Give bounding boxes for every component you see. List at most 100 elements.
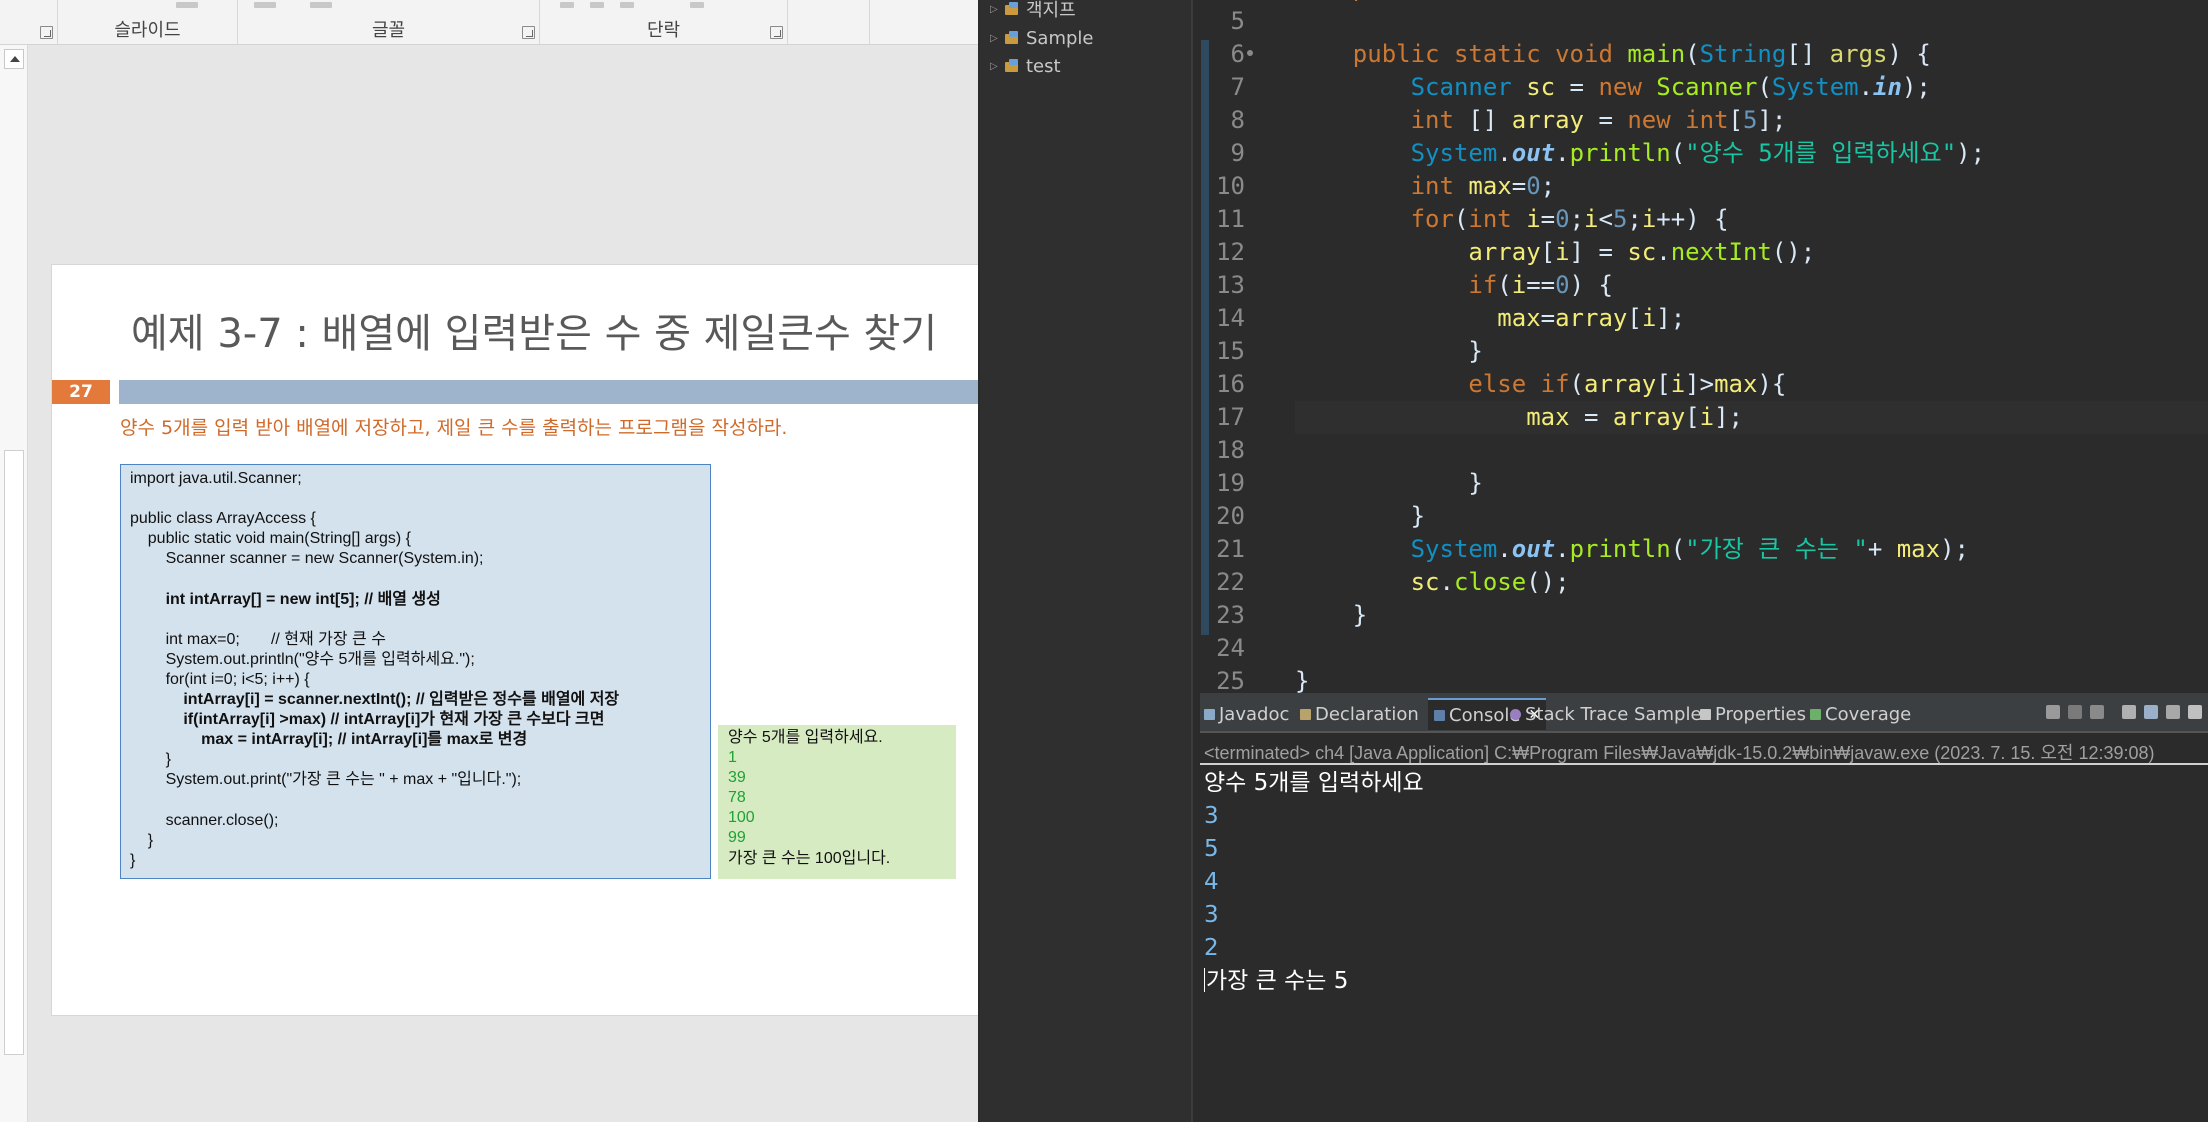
console-input: 3 bbox=[1204, 803, 1219, 829]
code-line: public static void main(String[] args) { bbox=[130, 530, 411, 548]
scroll-thumb[interactable] bbox=[4, 450, 24, 1055]
code-line: import java.util.Scanner; bbox=[130, 470, 302, 487]
code-line: if(intArray[i] >max) // intArray[i]가 현재 … bbox=[130, 711, 605, 729]
console-result-line: 가장 큰 수는 5 bbox=[1204, 965, 1424, 998]
font-launcher-icon[interactable] bbox=[522, 26, 535, 39]
ribbon-group-label: 슬라이드 bbox=[114, 20, 181, 41]
clipboard-launcher-icon[interactable] bbox=[40, 26, 53, 39]
code-line: Scanner sc = new Scanner(System.in); bbox=[1410, 73, 1931, 101]
java-project-icon bbox=[1004, 59, 1020, 73]
explorer-item-test[interactable]: ▷ test bbox=[990, 54, 1061, 78]
code-line: System.out.println("양수 5개를 입력하세요."); bbox=[130, 650, 475, 668]
remove-all-icon[interactable] bbox=[2090, 705, 2104, 719]
scroll-up-icon[interactable] bbox=[4, 49, 24, 69]
tab-javadoc[interactable]: Javadoc bbox=[1204, 698, 1289, 730]
console-input: 2 bbox=[1204, 935, 1219, 961]
code-line: } bbox=[1295, 337, 1483, 365]
explorer-item-project[interactable]: ▷ 객지프 bbox=[990, 0, 1076, 21]
ribbon-group-label: 단락 bbox=[646, 20, 681, 41]
code-line: } bbox=[130, 851, 136, 869]
line-number: 9 bbox=[1230, 139, 1245, 167]
code-line: } bbox=[1295, 601, 1368, 629]
code-line: if(i==0) { bbox=[1468, 271, 1613, 299]
code-line: for(int i=0; i<5; i++) { bbox=[130, 670, 310, 688]
slide-subtitle[interactable]: 양수 5개를 입력 받아 배열에 저장하고, 제일 큰 수를 출력하는 프로그램… bbox=[120, 413, 787, 440]
tab-label: Properties bbox=[1715, 703, 1806, 725]
align-right-icon[interactable] bbox=[620, 2, 634, 8]
ribbon-group-label: 글꼴 bbox=[371, 20, 406, 41]
expand-arrow-icon[interactable]: ▷ bbox=[990, 33, 1004, 44]
code-line: } bbox=[130, 751, 171, 769]
line-number: 22 bbox=[1216, 568, 1245, 596]
code-line: int intArray[] = new int[5]; // 배열 생성 bbox=[130, 590, 441, 608]
ribbon-group-drawing bbox=[788, 0, 870, 45]
code-line: max=array[i]; bbox=[1497, 304, 1686, 332]
presentation-window: 슬라이드 글꼴 단락 예제 3-7 : 배열에 입력받은 수 중 제일큰수 찾기… bbox=[0, 0, 978, 1122]
line-number: 15 bbox=[1216, 337, 1245, 365]
tab-stack-trace-sample[interactable]: Stack Trace Sample bbox=[1510, 698, 1702, 730]
code-line: max = array[i]; bbox=[1526, 403, 1743, 431]
columns-icon[interactable] bbox=[690, 2, 704, 8]
line-number: 17 bbox=[1216, 403, 1245, 431]
project-label: 객지프 bbox=[1026, 0, 1076, 21]
tab-declaration[interactable]: Declaration bbox=[1300, 698, 1419, 730]
output-prompt: 양수 5개를 입력하세요. bbox=[728, 729, 883, 746]
code-line: else if(array[i]>max){ bbox=[1468, 370, 1787, 398]
align-left-icon[interactable] bbox=[560, 2, 574, 8]
line-number: 14 bbox=[1216, 304, 1245, 332]
console-input: 3 bbox=[1204, 902, 1219, 928]
code-line: System.out.print("가장 큰 수는 " + max + "입니다… bbox=[130, 771, 522, 789]
code-line: sc.close(); bbox=[1410, 568, 1570, 596]
console-input: 4 bbox=[1204, 869, 1219, 895]
slide-canvas[interactable]: 예제 3-7 : 배열에 입력받은 수 중 제일큰수 찾기 27 양수 5개를 … bbox=[51, 264, 978, 1016]
font-size-icon[interactable] bbox=[310, 2, 332, 8]
ribbon-group-slides: 슬라이드 bbox=[58, 0, 238, 45]
new-slide-icon[interactable] bbox=[176, 2, 198, 8]
ribbon-group-paragraph: 단락 bbox=[540, 0, 788, 45]
slide-output-box[interactable]: 양수 5개를 입력하세요. 1 39 78 100 99 가장 큰 수는 100… bbox=[718, 725, 956, 879]
slide-code-box[interactable]: import java.util.Scanner; public class A… bbox=[120, 464, 711, 879]
paragraph-launcher-icon[interactable] bbox=[770, 26, 783, 39]
code-line: for(int i=0;i<5;i++) { bbox=[1410, 205, 1729, 233]
code-line: int max=0; bbox=[1410, 172, 1556, 200]
line-number: 24 bbox=[1216, 634, 1245, 662]
line-number: 5 bbox=[1230, 7, 1245, 35]
font-button-icon[interactable] bbox=[254, 2, 276, 8]
code-line: } bbox=[1295, 667, 1310, 693]
coverage-icon bbox=[1810, 708, 1821, 720]
code-line: int max=0; // 현재 가장 큰 수 bbox=[130, 630, 386, 648]
slide-number: 27 bbox=[52, 380, 110, 404]
console-prompt: 양수 5개를 입력하세요 bbox=[1204, 770, 1424, 796]
terminate-icon[interactable] bbox=[2046, 705, 2060, 719]
line-number: 16 bbox=[1216, 370, 1245, 398]
pin-console-icon[interactable] bbox=[2188, 705, 2202, 719]
thumbnail-scrollbar[interactable] bbox=[0, 45, 28, 1122]
ribbon-group-clipboard bbox=[0, 0, 58, 45]
console-output[interactable]: 양수 5개를 입력하세요 3 5 4 3 2 가장 큰 수는 5 bbox=[1204, 767, 1424, 998]
word-wrap-icon[interactable] bbox=[2166, 705, 2180, 719]
tab-coverage[interactable]: Coverage bbox=[1810, 698, 1911, 730]
output-result: 가장 큰 수는 100입니다. bbox=[728, 849, 891, 867]
output-input: 100 bbox=[728, 809, 755, 827]
expand-arrow-icon[interactable]: ▷ bbox=[990, 4, 1004, 15]
slide-title[interactable]: 예제 3-7 : 배열에 입력받은 수 중 제일큰수 찾기 bbox=[131, 301, 937, 359]
code-line: System.out.println("가장 큰 수는 "+ max); bbox=[1410, 535, 1969, 563]
properties-icon bbox=[1700, 708, 1711, 720]
console-input: 5 bbox=[1204, 836, 1219, 862]
output-input: 1 bbox=[728, 749, 737, 767]
output-input: 99 bbox=[728, 829, 746, 847]
explorer-item-sample[interactable]: ▷ Sample bbox=[990, 26, 1094, 50]
remove-launch-icon[interactable] bbox=[2068, 705, 2082, 719]
code-line: } bbox=[1295, 469, 1483, 497]
clear-console-icon[interactable] bbox=[2122, 705, 2136, 719]
console-icon bbox=[1434, 709, 1445, 721]
tab-properties[interactable]: Properties bbox=[1700, 698, 1806, 730]
java-editor[interactable]: 5 6 7 8 9 10 11 12 13 14 15 16 17 18 19 … bbox=[1200, 0, 2208, 693]
scroll-lock-icon[interactable] bbox=[2144, 705, 2158, 719]
expand-arrow-icon[interactable]: ▷ bbox=[990, 61, 1004, 72]
line-number: 12 bbox=[1216, 238, 1245, 266]
align-center-icon[interactable] bbox=[590, 2, 604, 8]
ribbon: 슬라이드 글꼴 단락 bbox=[0, 0, 978, 45]
